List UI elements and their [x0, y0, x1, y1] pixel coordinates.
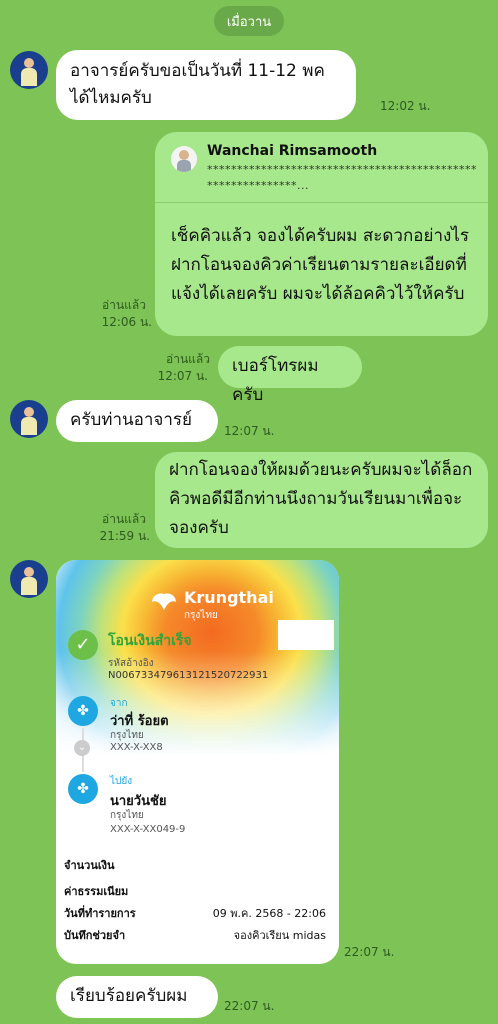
message-text: ฝากโอนจองให้ผมด้วยนะครับผมจะได้ล็อกคิวพอ…: [169, 460, 473, 538]
reply-divider: [155, 202, 488, 203]
message-text: เรียบร้อยครับผม: [70, 986, 188, 1006]
transfer-status: โอนเงินสำเร็จ: [108, 633, 192, 649]
memo-label: บันทึกช่วยจำ: [64, 929, 126, 942]
message-time: 12:02 น.: [380, 99, 431, 113]
ref-label: รหัสอ้างอิง: [108, 658, 154, 669]
message-text: ครับท่านอาจารย์: [70, 410, 193, 430]
date-value: 09 พ.ค. 2568 - 22:06: [212, 907, 326, 920]
bank-logo-icon: ✤: [68, 774, 98, 804]
message-text: อาจารย์ครับขอเป็นวันที่ 11-12 พค ได้ไหมค…: [70, 61, 325, 108]
from-label: จาก: [110, 698, 128, 709]
fee-label: ค่าธรรมเนียม: [64, 885, 129, 898]
to-label: ไปยัง: [110, 776, 133, 787]
read-receipt: อ่านแล้ว: [102, 298, 146, 312]
arrow-down-icon: ⌄: [74, 740, 90, 756]
message-time: 12:06 น.: [101, 315, 152, 329]
outgoing-message-bubble[interactable]: ฝากโอนจองให้ผมด้วยนะครับผมจะได้ล็อกคิวพอ…: [155, 452, 488, 548]
outgoing-message-bubble[interactable]: Wanchai Rimsamooth *********************…: [155, 132, 488, 336]
read-receipt: อ่านแล้ว: [102, 512, 146, 526]
message-text: เช็คคิวแล้ว จองได้ครับผม สะดวกอย่างไรฝาก…: [171, 226, 469, 304]
message-time: 12:07 น.: [224, 424, 275, 438]
incoming-message-bubble[interactable]: อาจารย์ครับขอเป็นวันที่ 11-12 พค ได้ไหมค…: [56, 50, 356, 120]
incoming-message-bubble[interactable]: เรียบร้อยครับผม: [56, 976, 218, 1018]
outgoing-message-bubble[interactable]: เบอร์โทรผมครับ: [218, 346, 362, 405]
sender-avatar[interactable]: [10, 560, 48, 598]
message-time: 21:59 น.: [99, 529, 150, 543]
sender-avatar[interactable]: [10, 400, 48, 438]
check-icon: ✓: [68, 630, 98, 660]
to-bank: กรุงไทย: [110, 810, 144, 821]
krungthai-logo-icon: [152, 593, 176, 610]
from-account: XXX-X-XX8: [110, 742, 163, 753]
amount-label: จำนวนเงิน: [64, 859, 115, 872]
reply-sender-name: Wanchai Rimsamooth: [207, 143, 378, 159]
message-time: 12:07 น.: [157, 369, 208, 383]
bank-brand-name: Krungthai: [184, 588, 274, 607]
from-bank: กรุงไทย: [110, 730, 144, 741]
read-receipt: อ่านแล้ว: [166, 352, 210, 366]
message-text: เบอร์โทรผมครับ: [232, 356, 319, 405]
bank-logo-icon: ✤: [68, 696, 98, 726]
bank-brand-name-th: กรุงไทย: [184, 610, 218, 621]
sender-avatar[interactable]: [10, 51, 48, 89]
message-time: 22:07 น.: [224, 999, 275, 1013]
incoming-message-bubble[interactable]: ครับท่านอาจารย์: [56, 400, 218, 442]
transfer-slip-image[interactable]: Krungthai กรุงไทย ✓ โอนเงินสำเร็จ รหัสอ้…: [56, 560, 339, 964]
message-time: 22:07 น.: [344, 945, 395, 959]
memo-value: จองคิวเรียน midas: [233, 929, 326, 942]
reply-preview: ****************************************…: [207, 163, 477, 192]
ref-number: N006733479613121520722931: [108, 670, 269, 681]
reply-avatar: [171, 146, 197, 172]
to-account: XXX-X-XX049-9: [110, 824, 186, 835]
redaction-block: [278, 620, 334, 650]
date-label: วันที่ทำรายการ: [64, 907, 136, 920]
date-separator: เมื่อวาน: [214, 6, 284, 36]
